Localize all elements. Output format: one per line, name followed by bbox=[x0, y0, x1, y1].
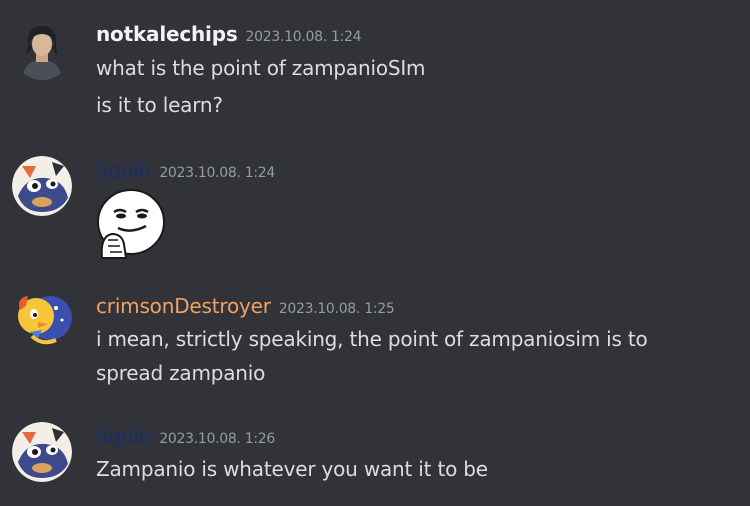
smirking-face-emoji[interactable] bbox=[96, 188, 166, 264]
username[interactable]: crimsonDestroyer bbox=[96, 294, 271, 318]
message-text: i mean, strictly speaking, the point of … bbox=[96, 327, 648, 351]
message-text: spread zampanio bbox=[96, 361, 266, 385]
avatar[interactable] bbox=[12, 422, 72, 482]
message: Squib 2023.10.08. 1:26 Zampanio is whatev… bbox=[0, 414, 750, 506]
message-header: notkalechips 2023.10.08. 1:24 bbox=[96, 22, 362, 46]
avatar[interactable] bbox=[12, 286, 72, 346]
timestamp: 2023.10.08. 1:24 bbox=[159, 165, 276, 181]
message: Squib 2023.10.08. 1:24 bbox=[0, 150, 750, 270]
message: crimsonDestroyer 2023.10.08. 1:25 i mean,… bbox=[0, 282, 750, 392]
message: notkalechips 2023.10.08. 1:24 what is the… bbox=[0, 0, 750, 130]
avatar[interactable] bbox=[12, 156, 72, 216]
username[interactable]: notkalechips bbox=[96, 22, 238, 46]
message-text: is it to learn? bbox=[96, 93, 223, 117]
timestamp: 2023.10.08. 1:25 bbox=[278, 301, 395, 317]
timestamp: 2023.10.08. 1:24 bbox=[245, 29, 362, 45]
message-text: what is the point of zampanioSIm bbox=[96, 56, 426, 80]
message-text: Zampanio is whatever you want it to be bbox=[96, 457, 488, 481]
message-header: Squib 2023.10.08. 1:24 bbox=[96, 158, 275, 182]
message-header: crimsonDestroyer 2023.10.08. 1:25 bbox=[96, 294, 395, 318]
username[interactable]: Squib bbox=[96, 424, 152, 448]
username[interactable]: Squib bbox=[96, 158, 152, 182]
timestamp: 2023.10.08. 1:26 bbox=[159, 431, 276, 447]
avatar[interactable] bbox=[12, 20, 72, 80]
message-header: Squib 2023.10.08. 1:26 bbox=[96, 424, 275, 448]
